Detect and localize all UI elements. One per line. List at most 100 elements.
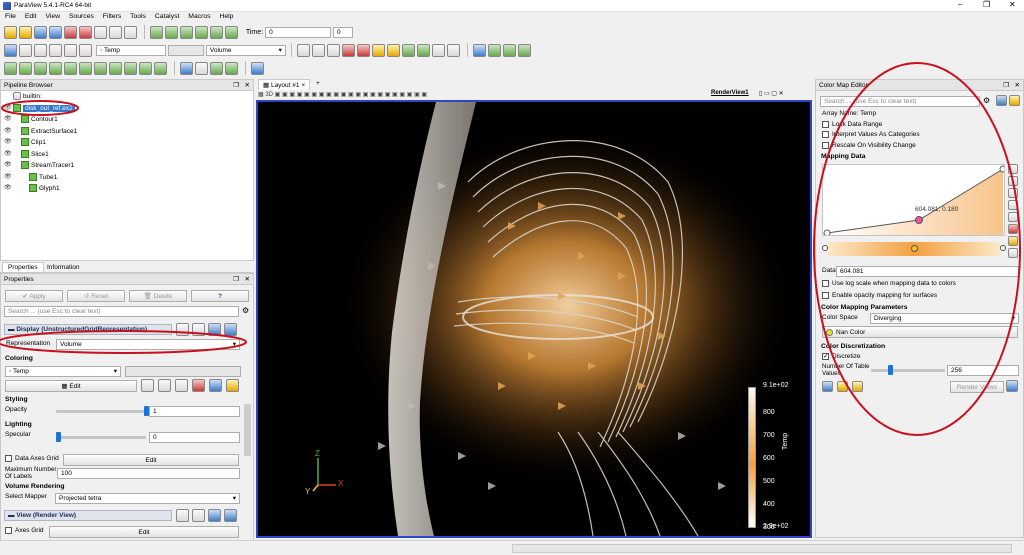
layout-tab[interactable]: ▦ Layout #1 × (258, 79, 311, 90)
interpret-checkbox[interactable] (822, 131, 829, 138)
query-icon[interactable] (224, 61, 238, 75)
representation-select[interactable]: Volume ▾ (205, 44, 286, 56)
undo-icon[interactable] (64, 25, 77, 39)
reload-icon[interactable] (208, 323, 221, 336)
glyph-icon[interactable] (94, 61, 107, 75)
help-button[interactable]: ? (191, 290, 249, 302)
advanced-gear-icon[interactable]: ⚙ (983, 96, 990, 105)
play-icon[interactable] (179, 25, 193, 39)
visibility-eye-icon[interactable]: 👁 (4, 172, 12, 184)
rescale-custom-icon[interactable] (158, 379, 171, 392)
pipeline-item[interactable]: 👁 Tube1 (1, 172, 253, 184)
save-defaults-icon[interactable] (837, 381, 848, 392)
calculator-icon[interactable] (4, 61, 17, 75)
panel-float-icon[interactable]: ❐ (233, 80, 239, 91)
discretize-checkbox[interactable] (822, 353, 829, 360)
colormap-search-input[interactable]: Search ... (use Esc to clear text) (820, 96, 980, 107)
clip-icon[interactable] (34, 61, 47, 75)
pipeline-item[interactable]: 👁 ExtractSurface1 (1, 126, 253, 138)
view-minus-x-icon[interactable] (356, 43, 370, 57)
color-point-mid[interactable] (911, 245, 918, 252)
save-preset-icon[interactable] (1008, 236, 1018, 246)
select-cells-icon[interactable] (472, 43, 486, 57)
render-views-button[interactable]: Render Views (950, 381, 1004, 393)
rescale-temporal-icon[interactable] (175, 379, 188, 392)
view-plus-z-icon[interactable] (401, 43, 415, 57)
close-button[interactable]: ✕ (1009, 0, 1016, 9)
warp-vector-icon[interactable] (124, 61, 137, 75)
threshold-icon[interactable] (64, 61, 77, 75)
delete-button[interactable]: 🗑 Delete (129, 290, 187, 302)
visibility-eye-icon[interactable]: 👁 (4, 149, 12, 161)
colormap-reload-icon[interactable] (1009, 95, 1020, 106)
help-icon[interactable] (124, 25, 137, 39)
view-plus-y-icon[interactable] (371, 43, 385, 57)
specular-slider-handle[interactable] (56, 432, 61, 442)
tab-properties[interactable]: Properties (2, 262, 44, 272)
toggle-3d-button[interactable]: 3D (265, 92, 273, 98)
axes-grid-edit-button[interactable]: Edit (49, 526, 239, 538)
choose-preset-icon[interactable] (192, 379, 205, 392)
loop-icon[interactable] (224, 25, 238, 39)
find-data-icon[interactable] (179, 61, 193, 75)
paste-icon[interactable] (192, 509, 205, 522)
python-shell-icon[interactable] (209, 61, 223, 75)
rescale-checkbox[interactable] (822, 142, 829, 149)
table-values-input[interactable]: 256 (947, 365, 1019, 376)
choose-preset-icon[interactable] (1008, 224, 1018, 234)
color-point-left[interactable] (822, 245, 828, 251)
save-default-icon[interactable] (224, 323, 237, 336)
save-data-icon[interactable] (34, 25, 47, 39)
view-split-icons[interactable]: ▯ ▭ ▢ ✕ (759, 90, 784, 97)
legend-settings-icon[interactable] (226, 379, 239, 392)
time-value-input[interactable]: 0 (265, 26, 332, 38)
first-frame-icon[interactable] (149, 25, 163, 39)
group-datasets-icon[interactable] (139, 61, 152, 75)
max-labels-input[interactable]: 100 (57, 468, 240, 479)
layout-tab-close-icon[interactable]: × (301, 82, 305, 89)
toggle-color-legend-icon[interactable] (4, 43, 17, 57)
visibility-eye-icon[interactable]: 👁 (4, 114, 12, 126)
rotate-ccw-icon[interactable] (446, 43, 460, 57)
data-axes-grid-checkbox[interactable] (5, 455, 12, 462)
view-plus-x-icon[interactable] (341, 43, 355, 57)
center-axes-icon[interactable] (250, 61, 264, 75)
slice-icon[interactable] (49, 61, 62, 75)
panel-float-icon[interactable]: ❐ (1003, 80, 1009, 91)
menu-sources[interactable]: Sources (69, 13, 94, 20)
edit-color-map-icon[interactable] (19, 43, 32, 57)
colormap-save-icon[interactable] (996, 95, 1007, 106)
zoom-to-box-icon[interactable] (326, 43, 340, 57)
opacity-transfer-editor[interactable]: 604.081, 0.180 (822, 164, 1005, 236)
open-icon[interactable] (4, 25, 17, 39)
axes-grid-checkbox[interactable] (5, 527, 12, 534)
pipeline-item[interactable]: 👁 Glyph1 (1, 183, 253, 195)
copy-icon[interactable] (176, 323, 189, 336)
reset-button[interactable]: ↺ Reset (67, 290, 125, 302)
visibility-eye-icon[interactable]: 👁 (4, 160, 12, 172)
rescale-temporal-icon[interactable] (1008, 200, 1018, 210)
contour-icon[interactable] (19, 61, 32, 75)
specular-input[interactable]: 0 (149, 432, 240, 443)
reset-range-icon[interactable] (34, 43, 47, 57)
copy-icon[interactable] (176, 509, 189, 522)
opacity-slider-track[interactable] (56, 410, 146, 413)
menu-view[interactable]: View (45, 13, 60, 20)
coloring-component-select[interactable] (125, 366, 241, 377)
component-select[interactable] (167, 44, 204, 56)
color-by-select[interactable]: ◦ Temp (95, 44, 166, 56)
properties-search-input[interactable]: Search ... (use Esc to clear text) (4, 306, 239, 317)
view-minus-z-icon[interactable] (416, 43, 430, 57)
interactive-select-icon[interactable] (502, 43, 516, 57)
reload-icon[interactable] (208, 509, 221, 522)
save-default-icon[interactable] (224, 509, 237, 522)
rescale-visible-icon[interactable] (64, 43, 77, 57)
data-value-input[interactable]: 604.081 (836, 266, 1019, 277)
previous-frame-icon[interactable] (164, 25, 178, 39)
color-point-right[interactable] (1000, 245, 1006, 251)
visibility-eye-icon[interactable]: 👁 (4, 183, 12, 195)
rescale-custom-icon[interactable] (1008, 176, 1018, 186)
restore-defaults-icon[interactable] (852, 381, 863, 392)
table-values-slider-track[interactable] (871, 369, 945, 372)
annotation-icon[interactable] (1008, 248, 1018, 258)
